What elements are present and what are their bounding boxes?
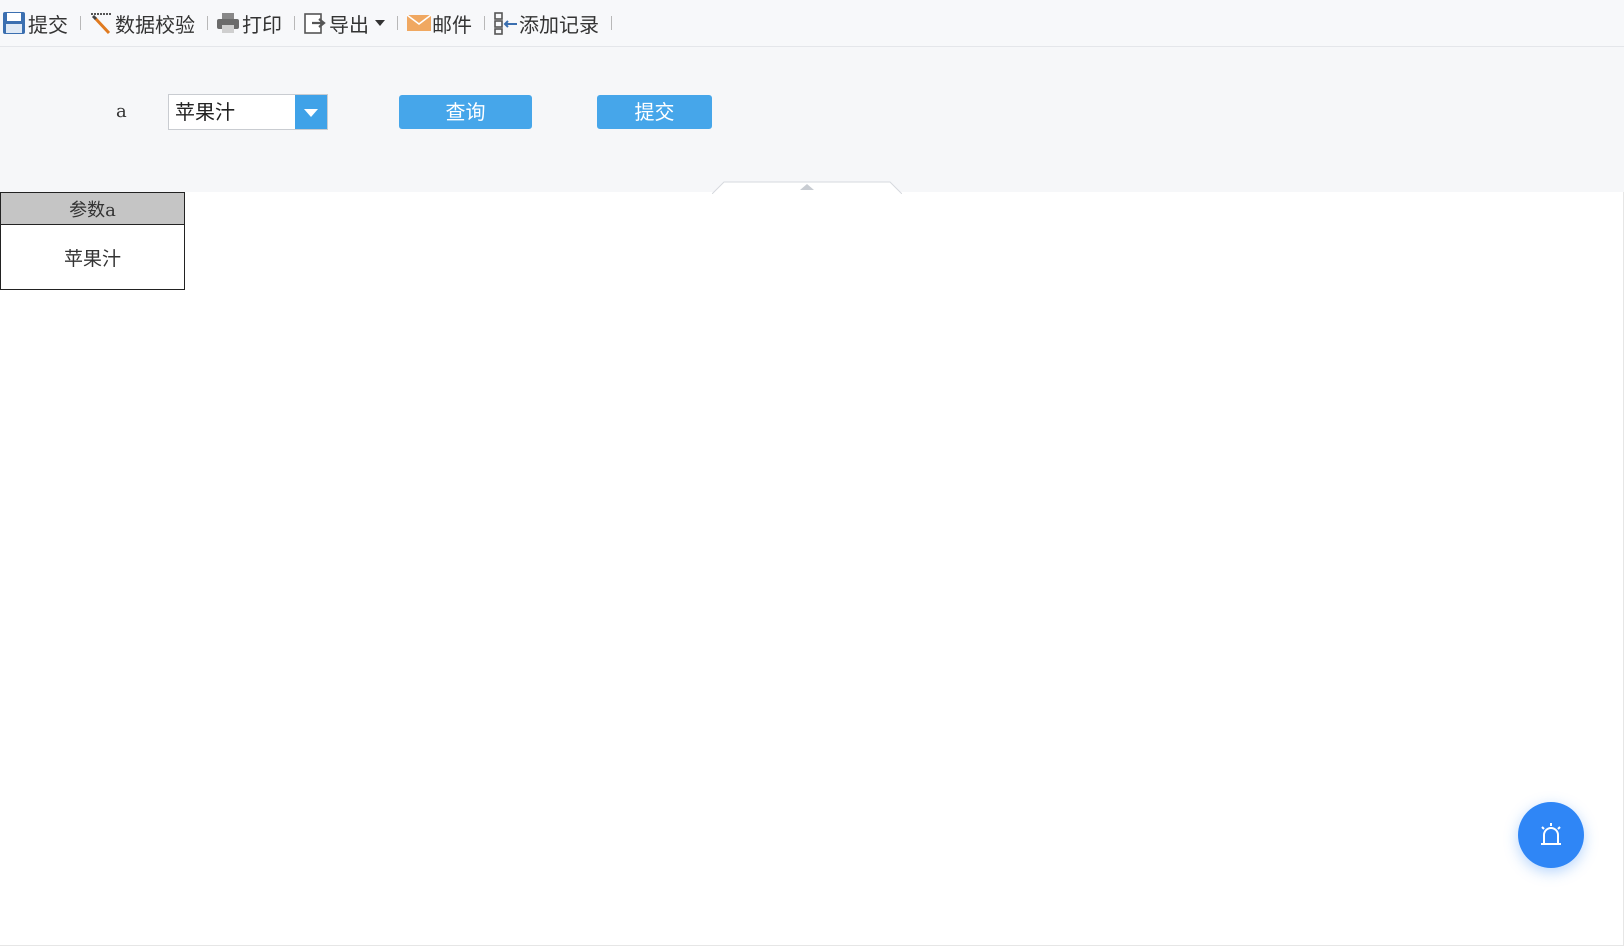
parameter-panel: a 苹果汁 查询 提交 — [0, 47, 1624, 195]
collapse-up-icon — [711, 181, 903, 195]
table-row: 苹果汁 — [0, 224, 185, 290]
data-check-label: 数据校验 — [115, 12, 195, 37]
submit-toolbar-label: 提交 — [28, 12, 68, 37]
report-table: 参数a 苹果汁 — [0, 192, 185, 290]
toolbar-separator — [611, 16, 612, 30]
toolbar-separator — [294, 16, 295, 30]
print-button[interactable]: 打印 — [216, 8, 290, 38]
param-a-combobox[interactable]: 苹果汁 — [168, 94, 328, 130]
alarm-fab-button[interactable] — [1518, 802, 1584, 868]
data-check-icon — [89, 11, 113, 35]
toolbar-separator — [80, 16, 81, 30]
toolbar-separator — [484, 16, 485, 30]
add-record-label: 添加记录 — [519, 12, 599, 37]
dropdown-arrow-icon[interactable] — [295, 95, 327, 129]
table-header-row: 参数a — [0, 192, 185, 225]
print-label: 打印 — [242, 12, 282, 37]
export-label: 导出 — [329, 12, 369, 37]
mail-icon — [406, 11, 432, 35]
printer-icon — [216, 11, 240, 35]
column-header: 参数a — [0, 192, 185, 225]
report-viewer: 提交 数据校验 打印 导出 邮件 添加记录 a 苹果汁 查询 提交 参数a 苹果… — [0, 0, 1624, 946]
mail-button[interactable]: 邮件 — [406, 8, 480, 38]
add-record-icon — [493, 11, 517, 35]
submit-toolbar-button[interactable]: 提交 — [2, 8, 76, 38]
toolbar: 提交 数据校验 打印 导出 邮件 添加记录 — [0, 0, 1624, 47]
query-button[interactable]: 查询 — [399, 95, 532, 129]
table-cell: 苹果汁 — [0, 224, 185, 290]
toolbar-separator — [207, 16, 208, 30]
save-icon — [2, 11, 26, 35]
data-check-button[interactable]: 数据校验 — [89, 8, 203, 38]
add-record-button[interactable]: 添加记录 — [493, 8, 607, 38]
export-icon — [303, 11, 327, 35]
export-button[interactable]: 导出 — [303, 8, 393, 38]
collapse-panel-handle[interactable] — [711, 179, 903, 195]
toolbar-separator — [397, 16, 398, 30]
param-a-value[interactable]: 苹果汁 — [169, 95, 295, 129]
param-a-label: a — [116, 101, 127, 122]
chevron-down-icon — [375, 20, 385, 26]
alarm-icon — [1541, 823, 1561, 845]
submit-button[interactable]: 提交 — [597, 95, 712, 129]
mail-label: 邮件 — [432, 12, 472, 37]
